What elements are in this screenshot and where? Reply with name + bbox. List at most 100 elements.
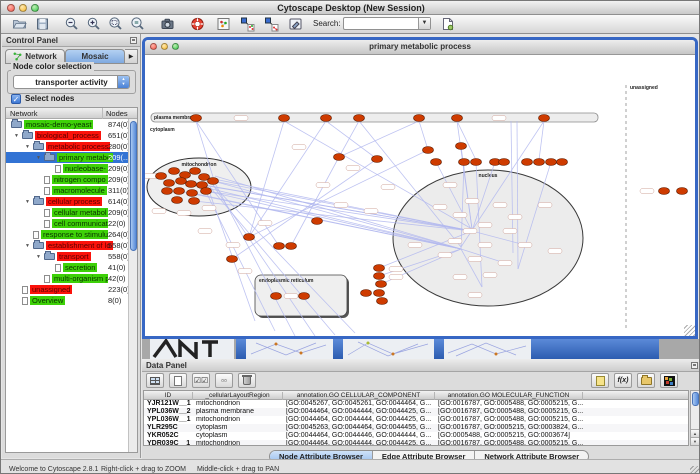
graph-node[interactable] — [423, 147, 434, 154]
import-attributes-folder-icon[interactable] — [637, 373, 655, 388]
attribute-table[interactable]: ID_cellularLayoutRegionannotation.GO CEL… — [143, 390, 689, 446]
graph-node[interactable] — [321, 115, 332, 122]
edge-attribute-mapper-icon[interactable] — [263, 16, 280, 32]
tree-row-secretion[interactable]: secretion41(0) — [6, 262, 128, 273]
zoom-fit-icon[interactable] — [107, 16, 124, 32]
graph-node[interactable] — [174, 188, 185, 195]
graph-node[interactable] — [156, 173, 167, 180]
table-row[interactable]: YLR295Ccytoplasm[GO:0045263, GO:0044464,… — [144, 424, 688, 432]
tree-row-overview[interactable]: Overview8(0) — [6, 295, 128, 306]
graph-node[interactable] — [176, 178, 187, 185]
graph-node[interactable] — [377, 298, 388, 305]
graph-node[interactable] — [208, 178, 219, 185]
background-windows-strip[interactable] — [142, 339, 700, 359]
graph-node[interactable] — [557, 159, 568, 166]
background-window-titlebar[interactable] — [531, 339, 659, 359]
graph-node[interactable] — [546, 159, 557, 166]
tree-row-nitrogen-compo[interactable]: nitrogen compo209(0) — [6, 174, 128, 185]
table-scrollbar-thumb[interactable] — [692, 392, 699, 406]
matrix-view-icon[interactable] — [660, 373, 678, 388]
background-window-thumbnail[interactable] — [246, 339, 333, 359]
graph-edge[interactable] — [249, 121, 284, 237]
expand-arrow-icon[interactable]: ▼ — [25, 144, 30, 150]
app-resize-grip[interactable] — [690, 466, 700, 474]
tree-row-transport[interactable]: ▼transport558(0) — [6, 251, 128, 262]
graph-node[interactable] — [186, 181, 197, 188]
tree-row-unassigned[interactable]: unassigned223(0) — [6, 284, 128, 295]
tab-overflow-arrow-icon[interactable]: ▶ — [125, 49, 138, 64]
graph-node[interactable] — [372, 156, 383, 163]
graph-node[interactable] — [459, 159, 470, 166]
graph-node[interactable] — [187, 190, 198, 197]
tree-row-metabolic-process[interactable]: ▼metabolic process280(0) — [6, 141, 128, 152]
graph-node[interactable] — [539, 115, 550, 122]
graph-edge[interactable] — [205, 190, 275, 331]
graph-node[interactable] — [499, 159, 510, 166]
tree-scrollbar-thumb[interactable] — [130, 121, 137, 251]
formula-fx-icon[interactable]: f(x) — [614, 373, 632, 388]
column-header[interactable]: annotation.GO MOLECULAR_FUNCTION — [435, 392, 583, 400]
graph-node[interactable] — [271, 293, 282, 300]
graph-node[interactable] — [189, 198, 200, 205]
background-window-edge[interactable] — [236, 339, 246, 359]
graph-node[interactable] — [361, 290, 372, 297]
float-panel-icon[interactable] — [130, 37, 137, 44]
tree-row-mosaic-demo-yeast[interactable]: mosaic-demo-yeast874(0) — [6, 119, 128, 130]
graph-node[interactable] — [162, 188, 173, 195]
graph-node[interactable] — [659, 188, 670, 195]
save-session-icon[interactable] — [34, 16, 51, 32]
background-window-edge[interactable] — [333, 339, 343, 359]
delete-attribute-trash-icon[interactable] — [238, 373, 256, 388]
graph-node[interactable] — [431, 159, 442, 166]
graph-node[interactable] — [376, 281, 387, 288]
graph-node[interactable] — [414, 115, 425, 122]
graph-node[interactable] — [172, 197, 183, 204]
network-graph[interactable]: plasma membranecytoplasmnucleusmitochond… — [145, 55, 695, 336]
background-window-thumbnail[interactable] — [444, 339, 531, 359]
select-nodes-checkbox[interactable]: ✓ — [11, 94, 21, 104]
graph-node[interactable] — [374, 290, 385, 297]
graph-edge[interactable] — [339, 121, 359, 157]
graph-node[interactable] — [374, 265, 385, 272]
region-plasma-membrane[interactable] — [151, 113, 598, 122]
background-window-thumbnail[interactable] — [343, 339, 434, 359]
graph-node[interactable] — [191, 115, 202, 122]
tree-row-cell-communicat[interactable]: cell communicat22(0) — [6, 218, 128, 229]
table-scrollbar[interactable]: ▲ ▼ — [690, 390, 700, 446]
graph-edge[interactable] — [339, 121, 419, 157]
graph-node[interactable] — [534, 159, 545, 166]
graph-node[interactable] — [299, 293, 310, 300]
graph-node[interactable] — [471, 159, 482, 166]
attribute-notes-icon[interactable] — [591, 373, 609, 388]
vizmapper-annotation-icon[interactable] — [287, 16, 304, 32]
graph-node[interactable] — [279, 115, 290, 122]
expand-arrow-icon[interactable]: ▼ — [36, 155, 41, 161]
tree-row-biological-process[interactable]: ▼biological_process651(0) — [6, 130, 128, 141]
tree-row-response-to-stimulu[interactable]: response to stimulu264(0) — [6, 229, 128, 240]
graph-node[interactable] — [244, 234, 255, 241]
tree-row-nucleobase-[interactable]: nucleobase-209(0) — [6, 163, 128, 174]
column-header[interactable]: _cellularLayoutRegion — [193, 392, 283, 400]
titlebar[interactable]: Cytoscape Desktop (New Session) — [1, 1, 700, 15]
graph-edge[interactable] — [232, 159, 377, 259]
network-canvas[interactable]: plasma membranecytoplasmnucleusmitochond… — [145, 55, 695, 336]
background-window-edge[interactable] — [434, 339, 444, 359]
background-window-thumbnail[interactable] — [150, 339, 234, 359]
snapshot-camera-icon[interactable] — [159, 16, 176, 32]
search-input[interactable]: ▼ — [343, 17, 431, 30]
graph-node[interactable] — [354, 115, 365, 122]
node-attribute-mapper-icon[interactable] — [239, 16, 256, 32]
scroll-up-icon[interactable]: ▲ — [691, 429, 699, 437]
network-window-titlebar[interactable]: primary metabolic process — [145, 40, 695, 55]
expand-arrow-icon[interactable]: ▼ — [25, 199, 30, 205]
open-session-icon[interactable] — [11, 16, 28, 32]
tree-scrollbar[interactable] — [128, 119, 137, 452]
unselect-attributes-icon[interactable]: ▫▫ — [215, 373, 233, 388]
graph-node[interactable] — [164, 180, 175, 187]
new-attribute-icon[interactable] — [169, 373, 187, 388]
graph-edge[interactable] — [326, 121, 377, 159]
attribute-table-icon[interactable] — [146, 373, 164, 388]
network-overview-icon[interactable] — [215, 16, 232, 32]
graph-node[interactable] — [169, 168, 180, 175]
expand-arrow-icon[interactable]: ▼ — [14, 133, 19, 139]
